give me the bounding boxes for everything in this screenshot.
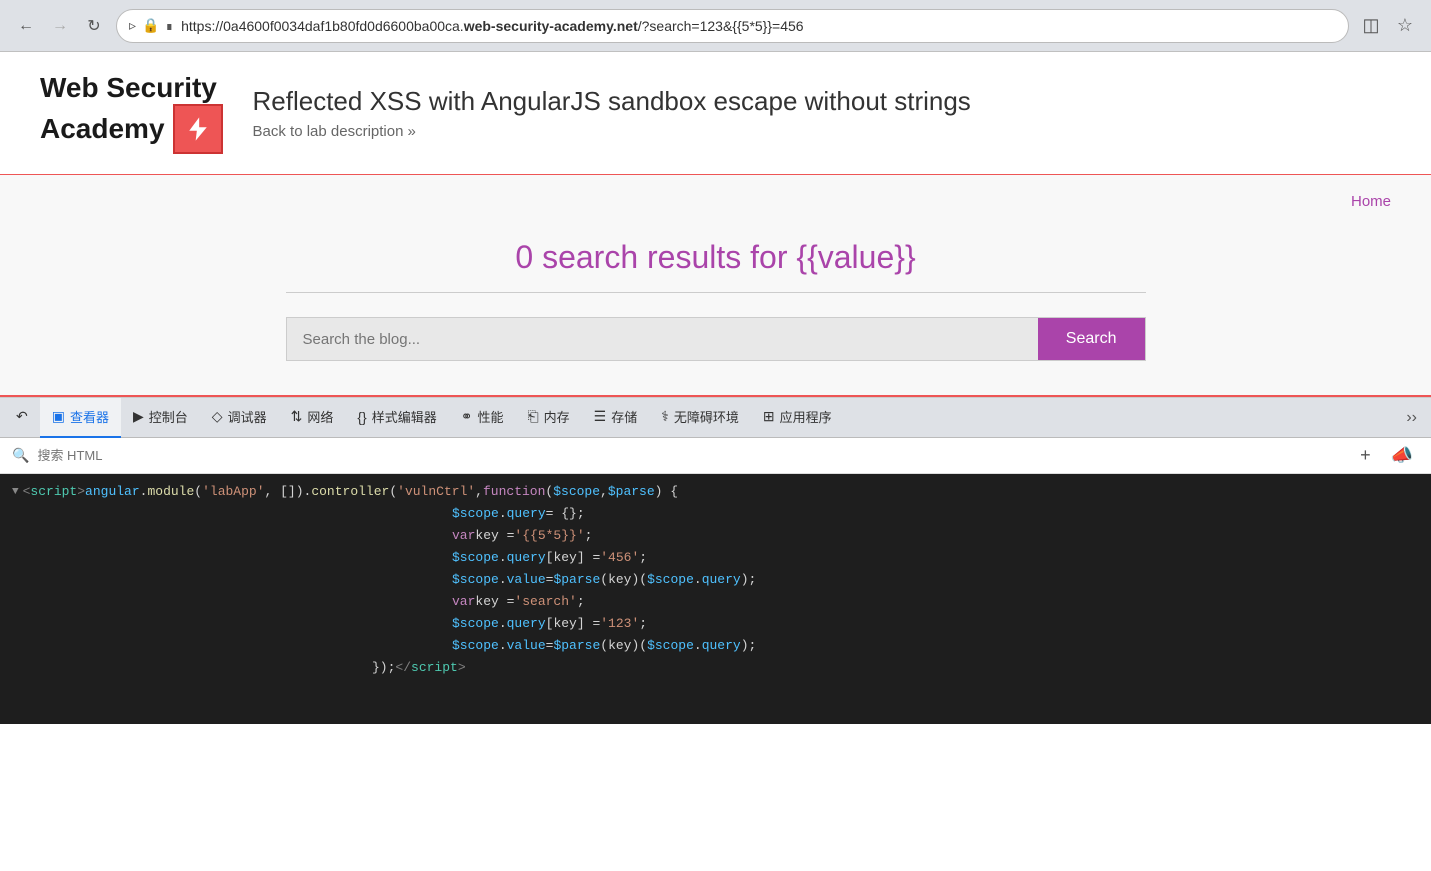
devtools-panel: ↶ ▣ 查看器 ▶ 控制台 ◇ 调试器 ⇅ 网络 {} 样式编辑器 ⚭ 性能 ⎗… xyxy=(0,397,1431,724)
extensions-button[interactable]: ◫ xyxy=(1357,12,1385,40)
storage-icon: ☰ xyxy=(594,408,607,425)
search-form: Search xyxy=(286,317,1146,361)
lab-nav: Home xyxy=(0,175,1431,219)
style-editor-icon: {} xyxy=(357,409,366,425)
code-toggle[interactable]: ▼ xyxy=(12,484,19,502)
debugger-icon: ◇ xyxy=(212,408,223,425)
devtools-more-button[interactable]: ›› xyxy=(1396,398,1427,438)
logo-container: Web Security Academy xyxy=(40,72,223,154)
devtools-tab-pointer[interactable]: ↶ xyxy=(4,398,40,438)
address-text: https://0a4600f0034daf1b80fd0d6600ba00ca… xyxy=(181,18,1336,34)
tab-network-label: 网络 xyxy=(307,407,333,426)
lightning-icon xyxy=(184,115,212,143)
pip-icon: ∎ xyxy=(165,19,173,33)
reload-button[interactable]: ↻ xyxy=(80,12,108,40)
tab-accessibility-label: 无障碍环境 xyxy=(674,407,739,426)
code-line-7: $scope.query[key] = '123'; xyxy=(0,614,1431,636)
tab-inspector-label: 查看器 xyxy=(70,407,109,426)
search-html-input[interactable] xyxy=(37,448,1346,463)
devtools-tabs: ↶ ▣ 查看器 ▶ 控制台 ◇ 调试器 ⇅ 网络 {} 样式编辑器 ⚭ 性能 ⎗… xyxy=(0,398,1431,438)
security-icons: ▹ 🔒 ∎ xyxy=(129,17,173,34)
page-content: Web Security Academy Reflected XSS with … xyxy=(0,52,1431,397)
lab-page: Home 0 search results for {{value}} Sear… xyxy=(0,175,1431,395)
devtools-tab-console[interactable]: ▶ 控制台 xyxy=(121,398,200,438)
inspector-icon: ▣ xyxy=(52,408,65,425)
devtools-tab-memory[interactable]: ⎗ 内存 xyxy=(515,398,581,438)
tab-storage-label: 存储 xyxy=(611,407,637,426)
devtools-tab-storage[interactable]: ☰ 存储 xyxy=(582,398,650,438)
code-line-2: $scope.query = {}; xyxy=(0,504,1431,526)
code-line-4: $scope.query[key] = '456'; xyxy=(0,548,1431,570)
tab-style-editor-label: 样式编辑器 xyxy=(372,407,437,426)
bookmark-button[interactable]: ☆ xyxy=(1391,12,1419,40)
pointer-icon: ↶ xyxy=(16,408,28,425)
search-results-title: 0 search results for {{value}} xyxy=(0,239,1431,276)
application-icon: ⊞ xyxy=(763,408,775,425)
page-title: Reflected XSS with AngularJS sandbox esc… xyxy=(253,86,971,117)
address-bar[interactable]: ▹ 🔒 ∎ https://0a4600f0034daf1b80fd0d6600… xyxy=(116,9,1349,43)
code-line-8: $scope.value = $parse(key)($scope.query)… xyxy=(0,636,1431,658)
search-button[interactable]: Search xyxy=(1038,318,1145,360)
performance-icon: ⚭ xyxy=(461,408,473,425)
code-line-9: });</script> xyxy=(0,658,1431,680)
devtools-tab-network[interactable]: ⇅ 网络 xyxy=(279,398,346,438)
site-header: Web Security Academy Reflected XSS with … xyxy=(0,52,1431,174)
devtools-tab-style-editor[interactable]: {} 样式编辑器 xyxy=(345,398,448,438)
nav-buttons: ← → ↻ xyxy=(12,12,108,40)
devtools-tab-performance[interactable]: ⚭ 性能 xyxy=(449,398,516,438)
search-input[interactable] xyxy=(287,318,1038,360)
tab-console-label: 控制台 xyxy=(149,407,188,426)
back-button[interactable]: ← xyxy=(12,12,40,40)
browser-actions: ◫ ☆ xyxy=(1357,12,1419,40)
code-line-5: $scope.value = $parse(key)($scope.query)… xyxy=(0,570,1431,592)
search-form-area: Search xyxy=(0,293,1431,377)
shield-icon: ▹ xyxy=(129,17,136,34)
devtools-tab-debugger[interactable]: ◇ 调试器 xyxy=(200,398,279,438)
site-title-area: Reflected XSS with AngularJS sandbox esc… xyxy=(253,86,971,140)
console-icon: ▶ xyxy=(133,408,144,425)
devtools-search-bar: 🔍 + 📣 xyxy=(0,438,1431,474)
tab-application-label: 应用程序 xyxy=(780,407,832,426)
add-node-button[interactable]: + xyxy=(1354,443,1377,468)
forward-button[interactable]: → xyxy=(46,12,74,40)
code-line-6: var key = 'search'; xyxy=(0,592,1431,614)
logo-text: Web Security Academy xyxy=(40,72,223,154)
home-link[interactable]: Home xyxy=(1351,193,1391,210)
logo-icon xyxy=(173,104,223,154)
devtools-tab-application[interactable]: ⊞ 应用程序 xyxy=(751,398,844,438)
network-icon: ⇅ xyxy=(291,408,303,425)
accessibility-icon: ⚕ xyxy=(661,408,669,425)
browser-chrome: ← → ↻ ▹ 🔒 ∎ https://0a4600f0034daf1b80fd… xyxy=(0,0,1431,52)
tab-debugger-label: 调试器 xyxy=(228,407,267,426)
tab-memory-label: 内存 xyxy=(544,407,570,426)
devtools-tab-inspector[interactable]: ▣ 查看器 xyxy=(40,398,121,438)
tab-performance-label: 性能 xyxy=(477,407,503,426)
devtools-tab-accessibility[interactable]: ⚕ 无障碍环境 xyxy=(649,398,751,438)
eyedropper-button[interactable]: 📣 xyxy=(1385,443,1419,468)
code-line-1: ▼ <script>angular.module('labApp', []).c… xyxy=(0,482,1431,504)
search-html-icon: 🔍 xyxy=(12,447,29,464)
memory-icon: ⎗ xyxy=(527,408,538,425)
back-to-lab-link[interactable]: Back to lab description » xyxy=(253,123,971,140)
lock-icon: 🔒 xyxy=(142,17,159,34)
code-line-3: var key = '{{5*5}}'; xyxy=(0,526,1431,548)
devtools-code: ▼ <script>angular.module('labApp', []).c… xyxy=(0,474,1431,724)
